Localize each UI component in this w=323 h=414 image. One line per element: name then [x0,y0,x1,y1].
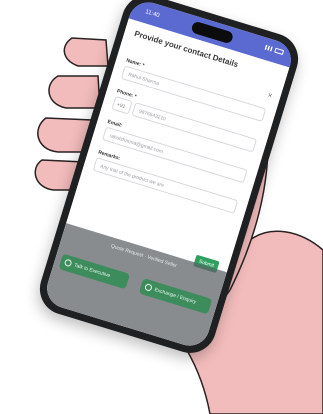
signal-icon [264,44,273,52]
country-code-select[interactable]: +91 [111,95,133,115]
close-icon[interactable]: × [266,91,273,101]
chat-icon [144,283,153,292]
talk-executive-button[interactable]: Talk to Executive [58,253,131,290]
talk-executive-label: Talk to Executive [73,262,111,280]
status-icons [264,44,285,56]
exchange-enquiry-button[interactable]: Exchange / Enquiry [138,278,213,315]
status-time: 11:40 [144,9,161,20]
exchange-enquiry-label: Exchange / Enquiry [153,286,197,306]
battery-icon [274,47,285,56]
phone-icon [63,258,73,268]
